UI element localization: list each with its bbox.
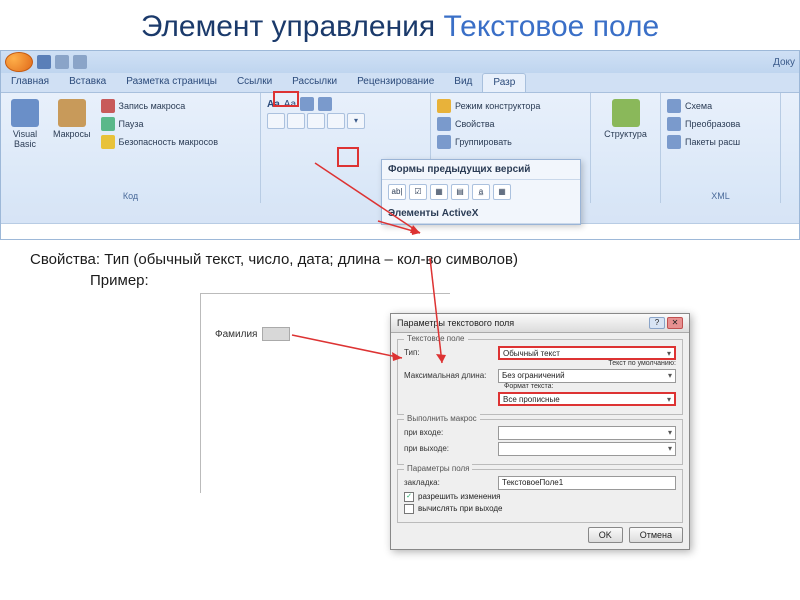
type-dropdown[interactable]: Обычный текст bbox=[498, 346, 676, 360]
ruler bbox=[1, 223, 799, 239]
legacy-textfield-icon[interactable]: ab| bbox=[388, 184, 406, 200]
legacy-tools-button[interactable]: ▾ bbox=[347, 113, 365, 129]
visual-basic-button[interactable]: Visual Basic bbox=[7, 97, 43, 189]
macro-entry-dropdown[interactable] bbox=[498, 426, 676, 440]
control-item[interactable] bbox=[307, 113, 325, 129]
allow-changes-checkbox[interactable]: ✓разрешить изменения bbox=[404, 492, 676, 502]
tab-references[interactable]: Ссылки bbox=[227, 73, 282, 92]
legacy-checkbox-icon[interactable]: ☑ bbox=[409, 184, 427, 200]
tab-developer[interactable]: Разр bbox=[482, 73, 526, 92]
macro-exit-label: при выходе: bbox=[404, 444, 494, 453]
transform-icon bbox=[667, 117, 681, 131]
legacy-combo-icon[interactable]: ▦ bbox=[430, 184, 448, 200]
macro-entry-label: при входе: bbox=[404, 428, 494, 437]
legacy-header-forms: Формы предыдущих версий bbox=[382, 160, 580, 180]
dialog-close-button[interactable]: ✕ bbox=[667, 317, 683, 329]
macros-icon bbox=[58, 99, 86, 127]
fieldset-params: Параметры поля закладка:ТекстовоеПоле1 ✓… bbox=[397, 469, 683, 523]
default-label: Текст по умолчанию: bbox=[608, 360, 676, 367]
record-icon bbox=[101, 99, 115, 113]
slide-title: Элемент управления Текстовое поле bbox=[30, 10, 770, 44]
structure-button[interactable]: Структура bbox=[597, 97, 654, 141]
packages-button[interactable]: Пакеты расш bbox=[667, 135, 774, 149]
maxlen-dropdown[interactable]: Без ограничений bbox=[498, 369, 676, 383]
group-button[interactable]: Группировать bbox=[437, 135, 584, 149]
properties-description: Свойства: Тип (обычный текст, число, дат… bbox=[30, 250, 770, 270]
tab-insert[interactable]: Вставка bbox=[59, 73, 116, 92]
fieldset-textfield: Текстовое поле Тип: Обычный текст Текст … bbox=[397, 339, 683, 415]
legacy-shading-icon[interactable]: a̲ bbox=[472, 184, 490, 200]
schema-button[interactable]: Схема bbox=[667, 99, 774, 113]
legacy-frame-icon[interactable]: ▤ bbox=[451, 184, 469, 200]
example-label: Пример: bbox=[90, 272, 770, 289]
group-code: Visual Basic Макросы Запись макроса Пауз… bbox=[1, 93, 261, 203]
tab-review[interactable]: Рецензирование bbox=[347, 73, 444, 92]
qat-save-icon[interactable] bbox=[37, 55, 51, 69]
legacy-header-activex: Элементы ActiveX bbox=[382, 204, 580, 224]
window-title: Доку bbox=[773, 57, 795, 68]
fieldset-macro: Выполнить макрос при входе: при выходе: bbox=[397, 419, 683, 465]
design-icon bbox=[437, 99, 451, 113]
design-mode-button[interactable]: Режим конструктора bbox=[437, 99, 584, 113]
group-code-label: Код bbox=[7, 189, 254, 201]
legacy-forms-popup: Формы предыдущих версий ab| ☑ ▦ ▤ a̲ ▦ Э… bbox=[381, 159, 581, 225]
schema-icon bbox=[667, 99, 681, 113]
titlebar: Доку bbox=[1, 51, 799, 73]
format-dropdown[interactable]: Все прописные bbox=[498, 392, 676, 406]
macro-exit-dropdown[interactable] bbox=[498, 442, 676, 456]
group-structure: Структура bbox=[591, 93, 661, 203]
ribbon-tabs: Главная Вставка Разметка страницы Ссылки… bbox=[1, 73, 799, 93]
qat-undo-icon[interactable] bbox=[55, 55, 69, 69]
calc-on-exit-checkbox[interactable]: вычислять при выходе bbox=[404, 504, 676, 514]
packages-icon bbox=[667, 135, 681, 149]
bookmark-input[interactable]: ТекстовоеПоле1 bbox=[498, 476, 676, 490]
cancel-button[interactable]: Отмена bbox=[629, 527, 683, 543]
record-macro-button[interactable]: Запись макроса bbox=[101, 99, 218, 113]
maxlen-label: Максимальная длина: bbox=[404, 371, 494, 380]
richtext-icon[interactable] bbox=[300, 97, 314, 111]
macros-button[interactable]: Макросы bbox=[49, 97, 95, 189]
text-field-box[interactable] bbox=[262, 327, 290, 341]
tab-view[interactable]: Вид bbox=[444, 73, 482, 92]
ok-button[interactable]: OK bbox=[588, 527, 623, 543]
tab-mailings[interactable]: Рассылки bbox=[282, 73, 347, 92]
group-xml-label: XML bbox=[667, 189, 774, 201]
properties-button[interactable]: Свойства bbox=[437, 117, 584, 131]
qat-redo-icon[interactable] bbox=[73, 55, 87, 69]
title-plain: Элемент управления bbox=[141, 10, 444, 43]
dialog-titlebar: Параметры текстового поля ? ✕ bbox=[391, 314, 689, 333]
visual-basic-icon bbox=[11, 99, 39, 127]
format-label: Формат текста: bbox=[504, 383, 553, 390]
ribbon-screenshot: Доку Главная Вставка Разметка страницы С… bbox=[0, 50, 800, 240]
title-accent: Текстовое поле bbox=[444, 10, 660, 43]
type-label: Тип: bbox=[404, 348, 494, 357]
control-item[interactable] bbox=[327, 113, 345, 129]
bookmark-label: закладка: bbox=[404, 478, 494, 487]
tab-layout[interactable]: Разметка страницы bbox=[116, 73, 227, 92]
pause-button[interactable]: Пауза bbox=[101, 117, 218, 131]
group-xml: Схема Преобразова Пакеты расш XML bbox=[661, 93, 781, 203]
macro-security-button[interactable]: Безопасность макросов bbox=[101, 135, 218, 149]
picture-icon[interactable] bbox=[318, 97, 332, 111]
office-button[interactable] bbox=[5, 52, 33, 72]
structure-icon bbox=[612, 99, 640, 127]
legacy-reset-icon[interactable]: ▦ bbox=[493, 184, 511, 200]
tab-home[interactable]: Главная bbox=[1, 73, 59, 92]
security-icon bbox=[101, 135, 115, 149]
control-item[interactable] bbox=[267, 113, 285, 129]
properties-icon bbox=[437, 117, 451, 131]
example-area: Фамилия Параметры текстового поля ? ✕ Те… bbox=[30, 293, 770, 493]
pause-icon bbox=[101, 117, 115, 131]
dialog-title-text: Параметры текстового поля bbox=[397, 318, 514, 328]
control-item[interactable] bbox=[287, 113, 305, 129]
dialog-help-button[interactable]: ? bbox=[649, 317, 665, 329]
transform-button[interactable]: Преобразова bbox=[667, 117, 774, 131]
group-icon bbox=[437, 135, 451, 149]
textfield-options-dialog: Параметры текстового поля ? ✕ Текстовое … bbox=[390, 313, 690, 550]
field-label-surname: Фамилия bbox=[215, 329, 257, 340]
